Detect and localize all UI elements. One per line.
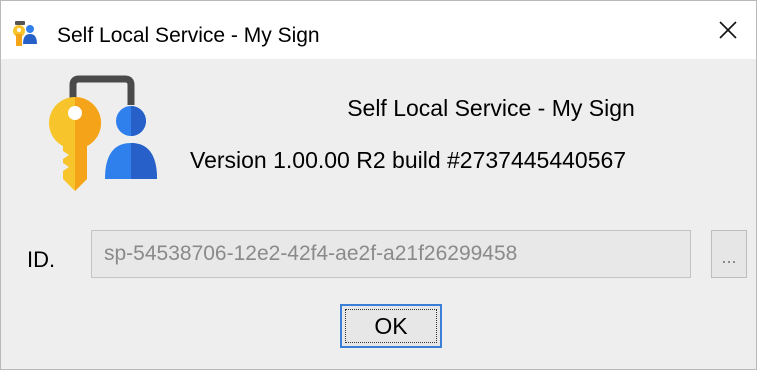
about-dialog-window: Self Local Service - My Sign Self Local … xyxy=(0,0,757,370)
id-label: ID. xyxy=(27,247,56,272)
version-text: Version 1.00.00 R2 build #2737445440567 xyxy=(190,147,627,173)
app-name: Self Local Service - My Sign xyxy=(347,95,635,121)
close-icon xyxy=(719,21,737,39)
title-bar: Self Local Service - My Sign xyxy=(1,1,756,59)
id-field[interactable]: sp-54538706-12e2-42f4-ae2f-a21f26299458 xyxy=(91,230,691,278)
browse-button[interactable]: ... xyxy=(711,230,747,278)
key-user-icon xyxy=(13,21,37,46)
key-user-logo xyxy=(49,75,157,191)
window-title: Self Local Service - My Sign xyxy=(57,24,320,47)
close-button[interactable] xyxy=(700,1,756,59)
dialog-body: Self Local Service - My Sign Version 1.0… xyxy=(1,59,756,369)
ok-button[interactable]: OK xyxy=(340,304,442,348)
